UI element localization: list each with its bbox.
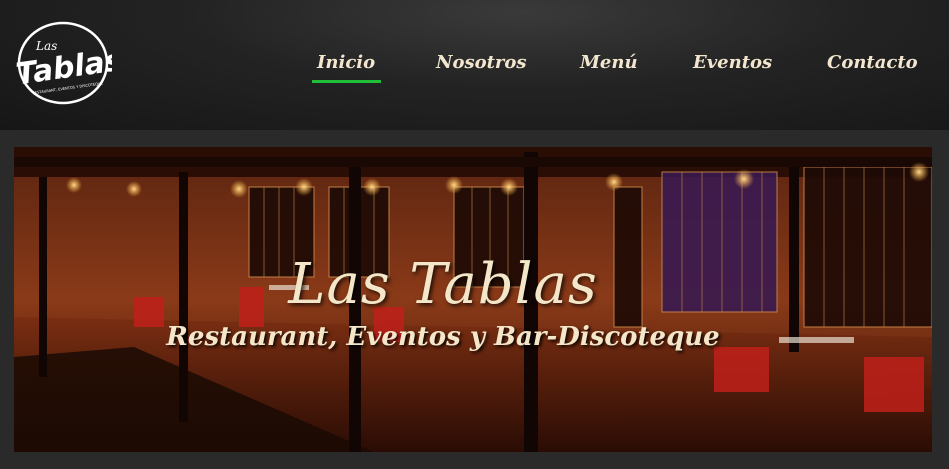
nav-inicio[interactable]: Inicio: [311, 52, 382, 83]
nav-eventos[interactable]: Eventos: [693, 52, 772, 82]
svg-text:Las: Las: [35, 39, 57, 53]
hero-banner: Las Tablas Restaurant, Eventos y Bar-Dis…: [14, 147, 932, 452]
nav-nosotros[interactable]: Nosotros: [436, 52, 527, 82]
nav-menu[interactable]: Menú: [580, 52, 638, 82]
site-header: Las Tablas RESTAURANT, EVENTOS Y DISCOTE…: [0, 0, 949, 130]
hero-title: Las Tablas: [288, 252, 598, 317]
nav-contacto[interactable]: Contacto: [827, 52, 918, 82]
main-nav: Inicio Nosotros Menú Eventos Contacto: [0, 52, 949, 83]
hero-subtitle: Restaurant, Eventos y Bar-Discoteque: [166, 322, 720, 352]
